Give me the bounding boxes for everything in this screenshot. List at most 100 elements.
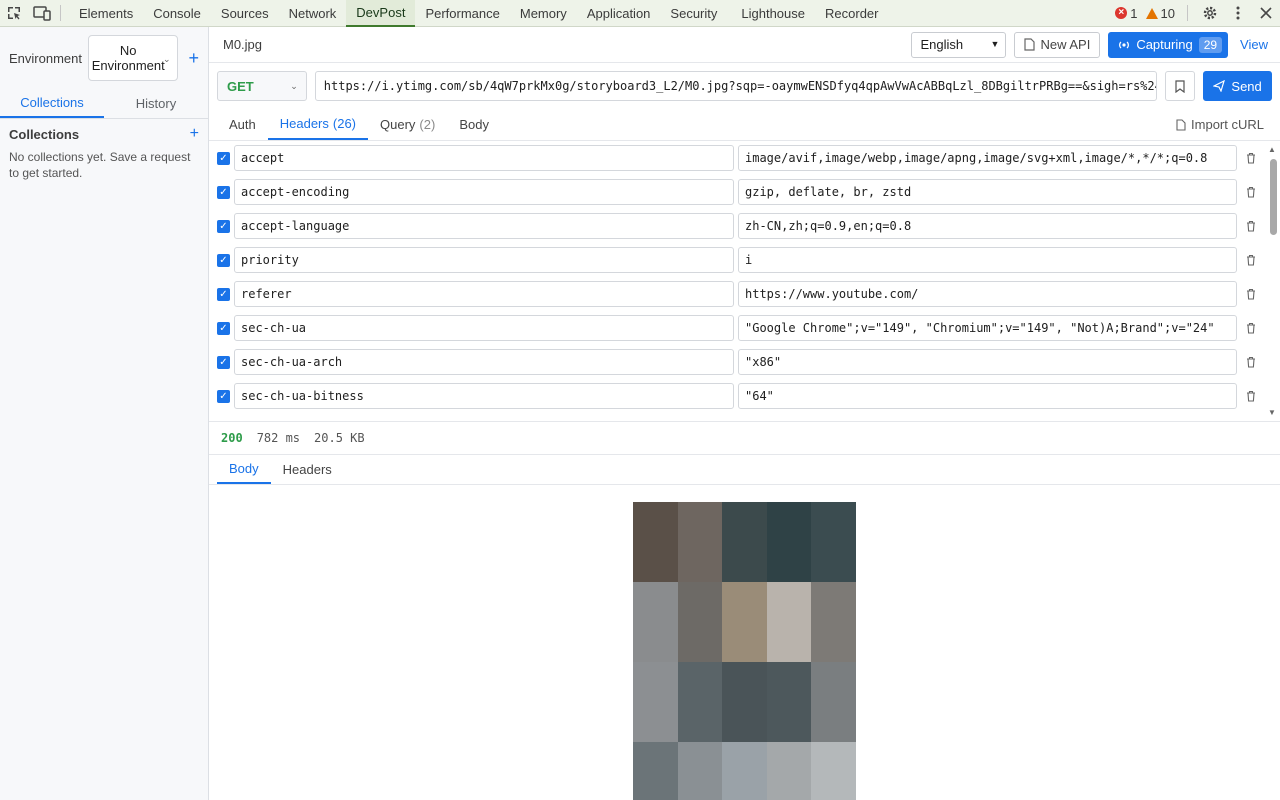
delete-header-icon[interactable] xyxy=(1239,186,1263,198)
header-enabled-checkbox[interactable]: ✓ xyxy=(217,253,230,267)
header-row: ✓ accept image/avif,image/webp,image/apng,… xyxy=(209,141,1280,175)
header-value-input[interactable]: "64" xyxy=(738,383,1237,409)
language-select[interactable]: English ▼ xyxy=(911,31,1007,58)
delete-header-icon[interactable] xyxy=(1239,390,1263,402)
headers-table: ✓ accept image/avif,image/webp,image/apng,… xyxy=(209,141,1280,421)
error-counter[interactable]: × 1 xyxy=(1115,6,1138,21)
close-devtools-icon[interactable] xyxy=(1252,0,1280,27)
delete-header-icon[interactable] xyxy=(1239,356,1263,368)
toolbar-divider xyxy=(60,5,61,21)
tab-auth[interactable]: Auth xyxy=(217,109,268,140)
tab-application[interactable]: Application xyxy=(577,0,661,27)
header-enabled-checkbox[interactable]: ✓ xyxy=(217,321,230,335)
header-row: ✓ sec-ch-ua-bitness "64" xyxy=(209,379,1280,413)
delete-header-icon[interactable] xyxy=(1239,288,1263,300)
preview-thumbnail xyxy=(722,742,767,800)
tab-query[interactable]: Query (2) xyxy=(368,109,447,140)
collections-heading: Collections xyxy=(9,126,80,142)
tab-performance[interactable]: Performance xyxy=(415,0,509,27)
scroll-thumb[interactable] xyxy=(1270,159,1277,235)
header-key-input[interactable]: sec-ch-ua-bitness xyxy=(234,383,734,409)
header-row: ✓ sec-ch-ua-arch "x86" xyxy=(209,345,1280,379)
url-bar: GET ⌄ https://i.ytimg.com/sb/4qW7prkMx0g… xyxy=(209,63,1280,109)
chevron-down-icon: ⌄ xyxy=(162,54,171,64)
document-icon xyxy=(1024,38,1036,51)
header-key-input[interactable]: accept-language xyxy=(234,213,734,239)
delete-header-icon[interactable] xyxy=(1239,152,1263,164)
delete-header-icon[interactable] xyxy=(1239,254,1263,266)
header-enabled-checkbox[interactable]: ✓ xyxy=(217,287,230,301)
inspect-element-icon[interactable] xyxy=(0,0,28,27)
header-key-input[interactable]: priority xyxy=(234,247,734,273)
header-enabled-checkbox[interactable]: ✓ xyxy=(217,151,230,165)
preview-thumbnail xyxy=(766,742,812,800)
image-preview xyxy=(633,502,856,800)
tab-headers[interactable]: Headers (26) xyxy=(267,109,369,140)
headers-scrollbar[interactable]: ▲ ▼ xyxy=(1266,145,1280,417)
request-title: M0.jpg xyxy=(223,37,263,52)
tab-elements[interactable]: Elements xyxy=(69,0,143,27)
delete-header-icon[interactable] xyxy=(1239,322,1263,334)
header-value-input[interactable]: zh-CN,zh;q=0.9,en;q=0.8 xyxy=(738,213,1237,239)
broadcast-icon xyxy=(1119,41,1130,48)
send-label: Send xyxy=(1231,78,1262,94)
device-toolbar-icon[interactable] xyxy=(28,0,56,27)
capturing-toggle-button[interactable]: Capturing 29 xyxy=(1108,31,1229,58)
tab-sources[interactable]: Sources xyxy=(211,0,279,27)
tab-devpost[interactable]: DevPost xyxy=(346,0,416,27)
header-enabled-checkbox[interactable]: ✓ xyxy=(217,355,230,369)
tab-collections[interactable]: Collections xyxy=(0,89,104,118)
header-enabled-checkbox[interactable]: ✓ xyxy=(217,219,230,233)
header-key-input[interactable]: referer xyxy=(234,281,734,307)
response-time: 782 ms xyxy=(256,431,301,445)
view-link[interactable]: View xyxy=(1236,37,1272,52)
delete-header-icon[interactable] xyxy=(1239,220,1263,232)
scroll-down-icon[interactable]: ▼ xyxy=(1268,408,1276,417)
settings-gear-icon[interactable] xyxy=(1196,0,1224,27)
header-key-input[interactable]: accept xyxy=(234,145,734,171)
preview-thumbnail xyxy=(633,502,678,582)
header-key-input[interactable]: accept-encoding xyxy=(234,179,734,205)
tab-memory[interactable]: Memory xyxy=(510,0,577,27)
send-button[interactable]: Send xyxy=(1203,71,1272,101)
new-api-button[interactable]: New API xyxy=(1014,31,1101,58)
header-enabled-checkbox[interactable]: ✓ xyxy=(217,389,230,403)
more-options-icon[interactable] xyxy=(1224,0,1252,27)
tab-network[interactable]: Network xyxy=(279,0,347,27)
add-collection-icon[interactable]: + xyxy=(190,125,199,143)
tab-recorder[interactable]: Recorder xyxy=(815,0,888,27)
scroll-up-icon[interactable]: ▲ xyxy=(1268,145,1276,154)
tab-security[interactable]: Security xyxy=(660,0,727,27)
header-key-input[interactable]: sec-ch-ua-arch xyxy=(234,349,734,375)
environment-select[interactable]: No Environment ⌄ xyxy=(87,35,179,81)
new-api-label: New API xyxy=(1040,37,1091,52)
url-input[interactable]: https://i.ytimg.com/sb/4qW7prkMx0g/story… xyxy=(314,71,1158,101)
header-value-input[interactable]: "x86" xyxy=(738,349,1237,375)
preview-thumbnail xyxy=(811,742,856,800)
tab-lighthouse[interactable]: Lighthouse xyxy=(727,0,815,27)
bookmark-button[interactable] xyxy=(1165,71,1196,101)
preview-thumbnail xyxy=(766,502,812,582)
import-curl-button[interactable]: Import cURL xyxy=(1176,109,1280,140)
tab-history[interactable]: History xyxy=(104,89,208,118)
tab-console[interactable]: Console xyxy=(143,0,211,27)
tab-body[interactable]: Body xyxy=(447,109,501,140)
tab-response-headers[interactable]: Headers xyxy=(271,455,344,484)
capturing-count-badge: 29 xyxy=(1198,36,1223,53)
response-tabs: Body Headers xyxy=(209,455,1280,485)
header-value-input[interactable]: image/avif,image/webp,image/apng,image/s… xyxy=(738,145,1237,171)
header-value-input[interactable]: https://www.youtube.com/ xyxy=(738,281,1237,307)
header-value-input[interactable]: i xyxy=(738,247,1237,273)
tab-response-body[interactable]: Body xyxy=(217,455,271,484)
warning-counter[interactable]: 10 xyxy=(1145,6,1175,21)
http-method-select[interactable]: GET ⌄ xyxy=(217,71,307,101)
header-enabled-checkbox[interactable]: ✓ xyxy=(217,185,230,199)
tab-headers-count: (26) xyxy=(332,116,357,131)
add-environment-icon[interactable]: + xyxy=(188,48,199,69)
preview-thumbnail xyxy=(766,582,812,662)
header-value-input[interactable]: gzip, deflate, br, zstd xyxy=(738,179,1237,205)
header-value-input[interactable]: "Google Chrome";v="149", "Chromium";v="1… xyxy=(738,315,1237,341)
collections-sidebar: Environment No Environment ⌄ + Collectio… xyxy=(0,27,209,800)
header-key-input[interactable]: sec-ch-ua xyxy=(234,315,734,341)
tab-headers-label: Headers xyxy=(279,116,329,131)
